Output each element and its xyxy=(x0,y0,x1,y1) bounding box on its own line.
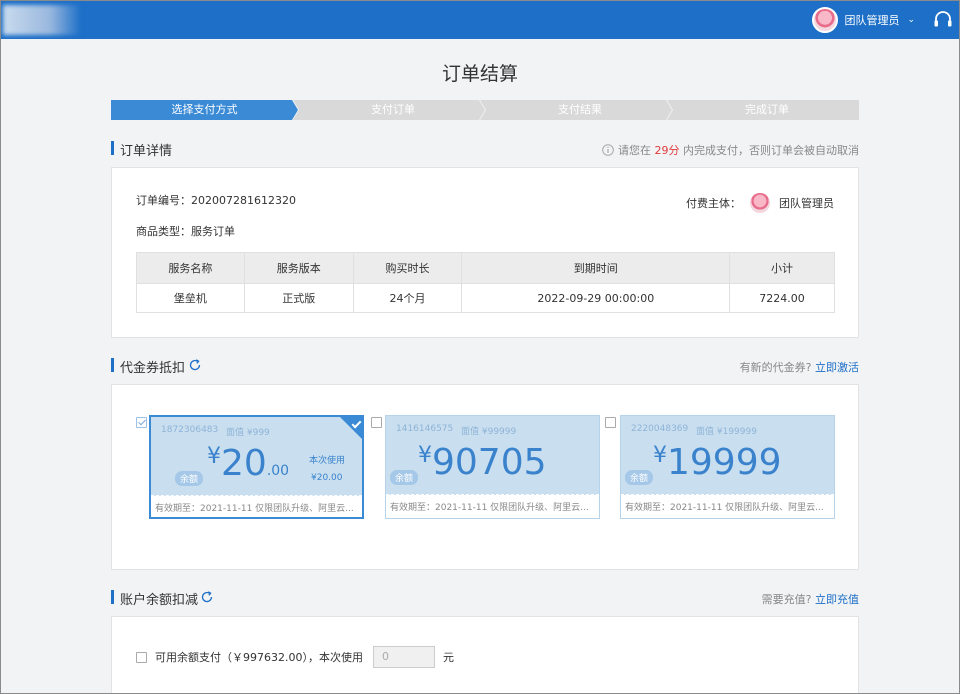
top-navbar: 团队管理员 ⌄ xyxy=(1,1,959,39)
currency-symbol: ¥ xyxy=(653,443,667,468)
notice-minutes: 29分 xyxy=(654,144,680,157)
balance-panel: 可用余额支付（￥997632.00），本次使用 0 元 xyxy=(111,616,859,693)
col-subtotal: 小计 xyxy=(729,252,835,284)
used-value: ¥20.00 xyxy=(311,473,343,483)
payer: 付费主体： 团队管理员 xyxy=(686,192,834,214)
step-pay-result: 支付结果 xyxy=(558,103,602,116)
step-complete: 完成订单 xyxy=(745,103,789,116)
payment-time-notice: 请您在 29分 内完成支付，否则订单会被自动取消 xyxy=(602,142,859,158)
notice-suffix: 内完成支付，否则订单会被自动取消 xyxy=(683,144,859,157)
coupon-card-1[interactable]: 1872306483 面值 ¥999 余额 ¥20.00 本次使用 ¥20.00… xyxy=(149,415,364,519)
cell-service-version: 正式版 xyxy=(243,283,354,313)
cell-expiry: 2022-09-29 00:00:00 xyxy=(461,283,731,313)
refresh-icon[interactable] xyxy=(200,590,214,604)
balance-checkbox[interactable] xyxy=(136,651,147,663)
section-title: 代金券抵扣 xyxy=(120,361,186,376)
currency-symbol: ¥ xyxy=(418,443,432,468)
coupon-face-value: 面值 ¥199999 xyxy=(696,427,757,437)
coupon-id: 1872306483 xyxy=(161,425,219,435)
payer-avatar xyxy=(749,192,771,214)
balance-amount-input[interactable]: 0 xyxy=(372,646,435,668)
section-marker xyxy=(111,590,114,604)
page-title: 订单结算 xyxy=(441,63,518,85)
col-service-version: 服务版本 xyxy=(243,252,354,284)
progress-steps: 选择支付方式 支付订单 支付结果 完成订单 xyxy=(111,100,859,120)
user-name[interactable]: 团队管理员 xyxy=(844,12,899,28)
order-detail-header: 订单详情 请您在 29分 内完成支付，否则订单会被自动取消 xyxy=(111,140,859,159)
cell-duration: 24个月 xyxy=(352,283,463,313)
payer-name: 团队管理员 xyxy=(779,197,834,210)
coupon-card-3[interactable]: 2220048369 面值 ¥199999 余额 ¥19999 有效期至：202… xyxy=(620,415,835,519)
step-select-payment: 选择支付方式 xyxy=(171,103,238,116)
col-expiry: 到期时间 xyxy=(461,252,731,284)
section-title: 账户余额扣减 xyxy=(120,593,199,608)
balance-badge: 余额 xyxy=(625,470,654,485)
cell-subtotal: 7224.00 xyxy=(729,283,835,313)
coupon-header: 代金券抵扣 有新的代金券? 立即激活 xyxy=(111,357,859,376)
section-title: 订单详情 xyxy=(120,144,173,159)
balance-badge: 余额 xyxy=(175,471,204,486)
window: 团队管理员 ⌄ 订单结算 选择支付方式 支付订单 支付结果 完成订单 订单详情 xyxy=(0,0,960,694)
coupon-activate-prompt: 有新的代金券? xyxy=(739,361,812,374)
coupon-checkbox-3[interactable] xyxy=(605,417,616,428)
coupon-balance: ¥19999 xyxy=(653,442,782,483)
order-detail-panel: 订单编号：202007281612320 商品类型：服务订单 付费主体： 团队管… xyxy=(111,167,859,338)
used-label: 本次使用 xyxy=(309,456,346,466)
balance-row: 可用余额支付（￥997632.00），本次使用 0 元 xyxy=(136,646,454,668)
coupon-validity: 有效期至：2021-11-11 仅限团队升级、阿里云... xyxy=(386,495,599,518)
coupon-activate: 有新的代金券? 立即激活 xyxy=(740,359,859,375)
refresh-icon[interactable] xyxy=(188,358,202,372)
user-menu[interactable]: 团队管理员 ⌄ xyxy=(812,7,915,33)
order-table: 服务名称 服务版本 购买时长 到期时间 小计 堡垒机 正式版 24个月 2022… xyxy=(136,252,835,313)
amount-integer: 90705 xyxy=(432,442,547,483)
table-row: 堡垒机 正式版 24个月 2022-09-29 00:00:00 7224.00 xyxy=(136,283,835,313)
coupon-validity: 有效期至：2021-11-11 仅限团队升级、阿里云... xyxy=(621,495,834,518)
coupon-panel: 1872306483 面值 ¥999 余额 ¥20.00 本次使用 ¥20.00… xyxy=(111,384,859,570)
currency-symbol: ¥ xyxy=(207,444,221,469)
coupon-checkbox-2[interactable] xyxy=(371,417,382,428)
section-marker xyxy=(111,141,114,155)
step-pay-order: 支付订单 xyxy=(371,103,415,116)
balance-badge: 余额 xyxy=(390,470,419,485)
amount-integer: 20 xyxy=(221,443,267,484)
chevron-down-icon[interactable]: ⌄ xyxy=(907,15,915,25)
table-header-row: 服务名称 服务版本 购买时长 到期时间 小计 xyxy=(136,252,835,284)
notice-prefix: 请您在 xyxy=(618,144,651,157)
product-type: 商品类型：服务订单 xyxy=(136,225,235,238)
balance-label: 可用余额支付（￥997632.00），本次使用 xyxy=(155,651,363,664)
recharge-now-link[interactable]: 立即充值 xyxy=(815,593,859,606)
balance-header: 账户余额扣减 需要充值? 立即充值 xyxy=(111,589,859,608)
coupon-checkbox-1[interactable] xyxy=(136,417,147,428)
payer-label: 付费主体： xyxy=(686,197,741,210)
col-duration: 购买时长 xyxy=(352,252,463,284)
coupon-card-2[interactable]: 1416146575 面值 ¥99999 余额 ¥90705 有效期至：2021… xyxy=(385,415,600,519)
headset-support-icon[interactable] xyxy=(933,11,953,29)
coupon-face-value: 面值 ¥99999 xyxy=(461,427,517,437)
amount-integer: 19999 xyxy=(667,442,782,483)
coupon-balance: ¥20.00 xyxy=(207,443,289,484)
recharge-prompt-text: 需要充值? xyxy=(761,593,812,606)
cell-service-name: 堡垒机 xyxy=(136,283,245,313)
col-service-name: 服务名称 xyxy=(136,252,245,284)
coupon-validity: 有效期至：2021-11-11 仅限团队升级、阿里云... xyxy=(151,496,362,517)
user-avatar[interactable] xyxy=(812,7,839,33)
coupon-face-value: 面值 ¥999 xyxy=(226,428,270,438)
amount-decimal: .00 xyxy=(266,463,290,479)
coupon-id: 2220048369 xyxy=(631,424,689,434)
info-icon xyxy=(602,144,614,156)
order-number: 订单编号：202007281612320 xyxy=(136,194,296,207)
unit-label: 元 xyxy=(442,651,454,664)
coupon-id: 1416146575 xyxy=(396,424,454,434)
recharge-prompt: 需要充值? 立即充值 xyxy=(762,591,859,607)
coupon-balance: ¥90705 xyxy=(418,442,547,483)
activate-now-link[interactable]: 立即激活 xyxy=(815,361,859,374)
logo[interactable] xyxy=(3,5,81,35)
section-marker xyxy=(111,358,114,372)
